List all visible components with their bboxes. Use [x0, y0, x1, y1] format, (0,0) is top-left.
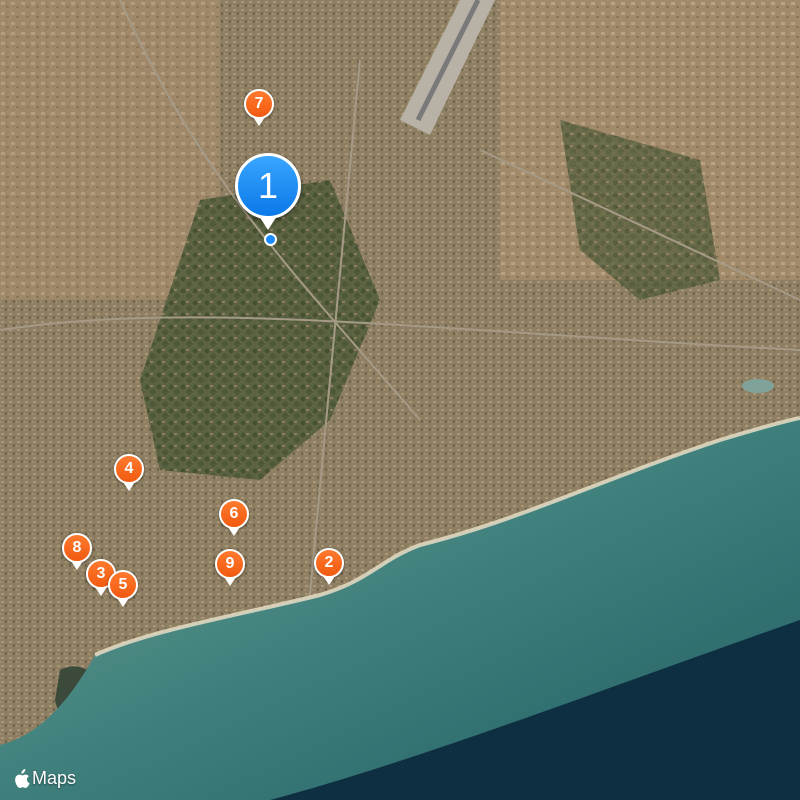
pin-label: 2: [324, 554, 334, 571]
primary-pin-label: 1: [257, 165, 279, 206]
maps-attribution[interactable]: Maps: [12, 768, 76, 789]
satellite-map[interactable]: 1 2 3 4 5 6 7 8 9 Maps: [0, 0, 800, 800]
pin-label: 9: [225, 555, 235, 572]
attribution-label: Maps: [32, 768, 77, 788]
map-pin[interactable]: 8: [62, 533, 92, 570]
map-pin[interactable]: 7: [244, 89, 274, 126]
pin-label: 5: [118, 576, 128, 593]
pin-label: 4: [124, 460, 134, 477]
map-pin[interactable]: 4: [114, 454, 144, 491]
primary-location-pin[interactable]: 1: [235, 153, 301, 230]
pin-label: 7: [254, 95, 264, 112]
pin-label: 6: [229, 505, 239, 522]
satellite-imagery: [0, 0, 800, 800]
map-pin[interactable]: 6: [219, 499, 249, 536]
pin-label: 3: [96, 565, 106, 582]
apple-logo-icon: [15, 768, 30, 788]
pin-label: 8: [72, 539, 82, 556]
map-pin[interactable]: 2: [314, 548, 344, 585]
map-pin[interactable]: 9: [215, 549, 245, 586]
location-dot: [264, 233, 277, 246]
map-pin[interactable]: 5: [108, 570, 138, 607]
